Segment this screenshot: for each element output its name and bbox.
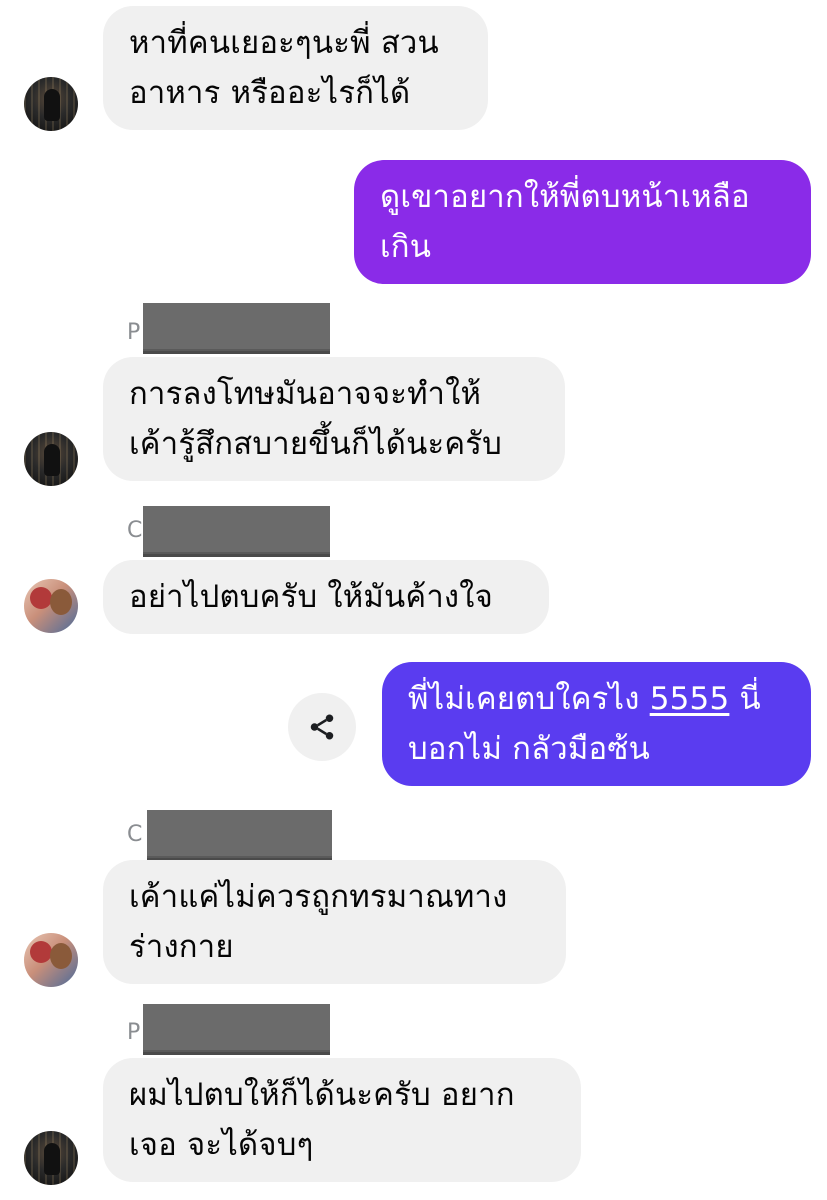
avatar[interactable] [24,579,78,633]
message-text: อาหาร หรืออะไรก็ได้ [129,75,411,111]
message-text: หาที่คนเยอะๆนะพี่ สวน [129,25,439,61]
message-link[interactable]: 5555 [650,681,730,717]
avatar[interactable] [24,77,78,131]
message-bubble-incoming[interactable]: การลงโทษมันอาจจะทำให้ เค้ารู้สึกสบายขึ้น… [103,357,565,481]
message-text: พี่ไม่เคยตบใครไง 5555 นี่ [408,674,785,724]
sender-initial: C [127,518,143,543]
sender-name: C [127,506,142,556]
sender-initial: P [127,1020,141,1045]
share-icon [310,714,334,740]
sender-initial: P [127,320,141,345]
redaction-block [143,303,330,354]
message-text: ร่างกาย [129,929,234,965]
message-bubble-incoming[interactable]: เค้าแค่ไม่ควรถูกทรมาณทาง ร่างกาย [103,860,566,984]
message-text: เจอ จะได้จบๆ [129,1127,314,1163]
sender-initial: C [127,822,143,847]
redaction-block [147,810,332,861]
share-button[interactable] [288,693,356,761]
message-text-part: นี่ [729,681,761,717]
message-bubble-outgoing[interactable]: ดูเขาอยากให้พี่ตบหน้าเหลือ เกิน [354,160,811,284]
message-text: ดูเขาอยากให้พี่ตบหน้าเหลือ [380,179,750,215]
message-text: เค้าแค่ไม่ควรถูกทรมาณทาง [129,879,508,915]
sender-name: P [127,308,140,358]
message-bubble-incoming[interactable]: ผมไปตบให้ก็ได้นะครับ อยาก เจอ จะได้จบๆ [103,1058,581,1182]
sender-name: C [127,810,142,860]
message-text: เค้ารู้สึกสบายขึ้นก็ได้นะครับ [129,426,503,462]
message-text: การลงโทษมันอาจจะทำให้ [129,376,482,412]
avatar[interactable] [24,432,78,486]
message-text: เกิน [380,229,432,265]
message-text: ผมไปตบให้ก็ได้นะครับ อยาก [129,1077,515,1113]
message-bubble-outgoing[interactable]: พี่ไม่เคยตบใครไง 5555 นี่ บอกไม่ กลัวมือ… [382,662,811,786]
message-text: บอกไม่ กลัวมือซ้น [408,731,651,767]
redaction-block [143,506,330,557]
message-bubble-incoming[interactable]: หาที่คนเยอะๆนะพี่ สวน อาหาร หรืออะไรก็ได… [103,6,488,130]
message-bubble-incoming[interactable]: อย่าไปตบครับ ให้มันค้างใจ [103,560,549,634]
message-text-part: พี่ไม่เคยตบใครไง [408,681,650,717]
avatar[interactable] [24,1131,78,1185]
sender-name: P [127,1008,140,1058]
avatar[interactable] [24,933,78,987]
redaction-block [143,1004,330,1055]
message-text: อย่าไปตบครับ ให้มันค้างใจ [129,579,493,615]
